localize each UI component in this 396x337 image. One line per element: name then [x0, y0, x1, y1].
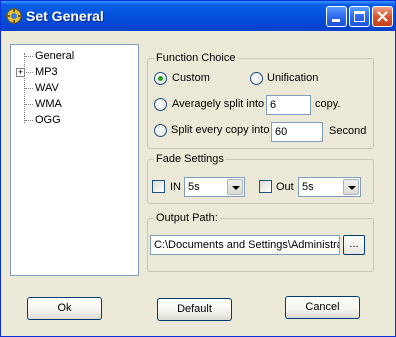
browse-button[interactable]: ...	[343, 235, 365, 255]
expand-icon[interactable]: +	[16, 68, 25, 77]
tree-connector	[25, 120, 33, 121]
fade-in-select[interactable]: 5s	[184, 177, 245, 197]
minimize-icon	[332, 19, 340, 22]
chevron-down-icon[interactable]	[227, 179, 243, 195]
set-general-window: Set General General + MP3 WAV WMA OGG Fu…	[0, 0, 396, 337]
minimize-button[interactable]	[326, 6, 347, 27]
split-every-radio[interactable]	[154, 124, 167, 137]
app-icon	[6, 8, 22, 24]
format-tree[interactable]: General + MP3 WAV WMA OGG	[10, 44, 139, 276]
fade-settings-title: Fade Settings	[154, 153, 226, 166]
fade-in-checkbox[interactable]	[152, 180, 165, 193]
split-into-unit: copy.	[315, 98, 341, 110]
window-title: Set General	[26, 8, 104, 24]
fade-out-checkbox[interactable]	[259, 180, 272, 193]
split-every-unit: Second	[329, 125, 367, 137]
fade-out-value: 5s	[302, 181, 314, 193]
tree-item-ogg[interactable]: OGG	[11, 112, 138, 128]
custom-radio[interactable]	[154, 72, 167, 85]
tree-item-general[interactable]: General	[11, 48, 138, 64]
tree-item-label: MP3	[35, 66, 58, 78]
split-into-input[interactable]: 6	[266, 95, 311, 115]
split-into-radio[interactable]	[154, 98, 167, 111]
tree-item-mp3[interactable]: + MP3	[11, 64, 138, 80]
function-choice-title: Function Choice	[154, 52, 238, 65]
cancel-button[interactable]: Cancel	[285, 296, 360, 319]
tree-item-label: WMA	[35, 98, 62, 110]
maximize-icon	[354, 11, 365, 22]
close-icon	[377, 11, 388, 22]
split-every-input[interactable]: 60	[271, 122, 323, 142]
maximize-button[interactable]	[349, 6, 370, 27]
tree-item-wav[interactable]: WAV	[11, 80, 138, 96]
title-bar[interactable]: Set General	[1, 1, 395, 31]
tree-item-wma[interactable]: WMA	[11, 96, 138, 112]
ok-button[interactable]: Ok	[27, 297, 102, 320]
chevron-down-icon[interactable]	[343, 179, 359, 195]
tree-connector	[25, 56, 33, 57]
split-into-label: Averagely split into	[172, 98, 265, 110]
tree-connector	[25, 88, 33, 89]
output-path-input[interactable]: C:\Documents and Settings\Administra	[150, 235, 340, 255]
fade-out-select[interactable]: 5s	[298, 177, 361, 197]
unification-radio[interactable]	[250, 72, 263, 85]
output-path-title: Output Path:	[154, 212, 220, 225]
tree-connector	[25, 104, 33, 105]
split-every-label: Split every copy into	[171, 124, 270, 136]
tree-item-label: General	[35, 50, 75, 62]
close-button[interactable]	[372, 6, 393, 27]
tree-item-label: OGG	[35, 114, 61, 126]
unification-label: Unification	[267, 72, 319, 84]
default-button[interactable]: Default	[157, 298, 232, 321]
fade-out-label: Out	[276, 181, 294, 193]
custom-label: Custom	[172, 72, 210, 84]
fade-in-label: IN	[170, 181, 181, 193]
fade-in-value: 5s	[188, 181, 200, 193]
tree-item-label: WAV	[35, 82, 59, 94]
tree-connector	[26, 72, 33, 73]
